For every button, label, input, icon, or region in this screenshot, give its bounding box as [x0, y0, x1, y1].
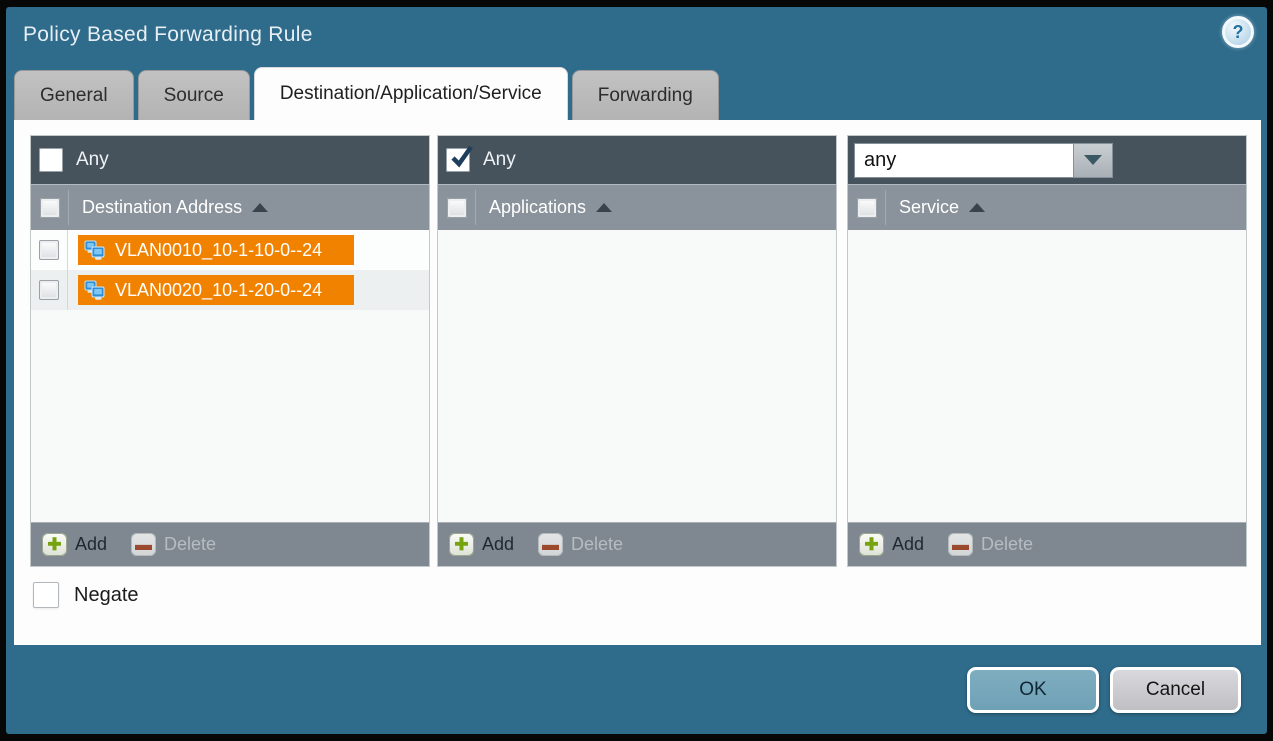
tab-destination-application-service[interactable]: Destination/Application/Service: [254, 67, 568, 120]
negate-option: Negate: [33, 582, 139, 608]
help-icon[interactable]: ?: [1222, 16, 1254, 48]
add-icon[interactable]: ✚: [449, 533, 474, 556]
sort-ascending-icon[interactable]: [969, 203, 985, 212]
add-button[interactable]: Add: [482, 534, 514, 555]
tab-general[interactable]: General: [14, 70, 134, 120]
service-dropdown-bar: any: [848, 136, 1246, 184]
applications-toolbar: ✚ Add ▬ Delete: [438, 522, 836, 566]
address-object-label: VLAN0020_10-1-20-0--24: [115, 280, 322, 301]
destination-any-checkbox[interactable]: [39, 148, 63, 172]
address-object-tag[interactable]: VLAN0010_10-1-10-0--24: [78, 235, 354, 265]
divider: [885, 190, 886, 225]
service-selectall-checkbox[interactable]: [857, 198, 877, 218]
network-address-icon: [83, 240, 106, 261]
help-glyph: ?: [1233, 22, 1244, 43]
delete-button[interactable]: Delete: [571, 534, 623, 555]
network-address-icon: [83, 280, 106, 301]
service-dropdown-value[interactable]: any: [854, 143, 1074, 178]
service-header-row: Service: [848, 184, 1246, 230]
add-button[interactable]: Add: [75, 534, 107, 555]
negate-label: Negate: [74, 584, 139, 607]
delete-icon[interactable]: ▬: [538, 533, 563, 556]
negate-checkbox[interactable]: [33, 582, 59, 608]
add-icon[interactable]: ✚: [859, 533, 884, 556]
applications-any-bar: Any: [438, 136, 836, 184]
tab-forwarding[interactable]: Forwarding: [572, 70, 719, 120]
tab-label: General: [40, 85, 108, 107]
row-checkbox[interactable]: [39, 240, 59, 260]
destination-list: VLAN0010_10-1-10-0--24: [31, 230, 429, 522]
list-item[interactable]: VLAN0010_10-1-10-0--24: [31, 230, 429, 270]
pbf-rule-dialog: Policy Based Forwarding Rule ? General S…: [6, 7, 1267, 734]
applications-any-label: Any: [483, 149, 516, 171]
destination-selectall-checkbox[interactable]: [40, 198, 60, 218]
ok-button[interactable]: OK: [967, 667, 1099, 713]
destination-column-header[interactable]: Destination Address: [82, 197, 242, 218]
row-checkbox[interactable]: [39, 280, 59, 300]
destination-any-label: Any: [76, 149, 109, 171]
service-toolbar: ✚ Add ▬ Delete: [848, 522, 1246, 566]
applications-selectall-checkbox[interactable]: [447, 198, 467, 218]
divider: [68, 190, 69, 225]
add-icon[interactable]: ✚: [42, 533, 67, 556]
cancel-label: Cancel: [1146, 679, 1205, 701]
add-button[interactable]: Add: [892, 534, 924, 555]
applications-column: Any Applications ✚ Add ▬ Delete: [437, 135, 837, 567]
applications-any-checkbox[interactable]: [446, 148, 470, 172]
dialog-title: Policy Based Forwarding Rule: [23, 23, 313, 47]
service-column: any Service ✚ Add ▬ Delete: [847, 135, 1247, 567]
service-column-header[interactable]: Service: [899, 197, 959, 218]
delete-button[interactable]: Delete: [164, 534, 216, 555]
address-object-tag[interactable]: VLAN0020_10-1-20-0--24: [78, 275, 354, 305]
cancel-button[interactable]: Cancel: [1110, 667, 1241, 713]
destination-header-row: Destination Address: [31, 184, 429, 230]
applications-column-header[interactable]: Applications: [489, 197, 586, 218]
applications-list: [438, 230, 836, 522]
dropdown-button[interactable]: [1074, 143, 1113, 178]
list-item[interactable]: VLAN0020_10-1-20-0--24: [31, 270, 429, 310]
delete-icon[interactable]: ▬: [131, 533, 156, 556]
destination-any-bar: Any: [31, 136, 429, 184]
service-list: [848, 230, 1246, 522]
tab-content-panel: Any Destination Address: [14, 120, 1261, 645]
ok-label: OK: [1019, 679, 1046, 701]
chevron-down-icon: [1084, 155, 1102, 165]
tab-label: Forwarding: [598, 85, 693, 107]
divider: [475, 190, 476, 225]
service-dropdown[interactable]: any: [854, 143, 1113, 178]
destination-address-column: Any Destination Address: [30, 135, 430, 567]
tab-bar: General Source Destination/Application/S…: [14, 67, 719, 120]
tab-label: Destination/Application/Service: [280, 83, 542, 105]
sort-ascending-icon[interactable]: [252, 203, 268, 212]
tab-label: Source: [164, 85, 224, 107]
delete-icon[interactable]: ▬: [948, 533, 973, 556]
destination-toolbar: ✚ Add ▬ Delete: [31, 522, 429, 566]
sort-ascending-icon[interactable]: [596, 203, 612, 212]
applications-header-row: Applications: [438, 184, 836, 230]
address-object-label: VLAN0010_10-1-10-0--24: [115, 240, 322, 261]
delete-button[interactable]: Delete: [981, 534, 1033, 555]
tab-source[interactable]: Source: [138, 70, 250, 120]
